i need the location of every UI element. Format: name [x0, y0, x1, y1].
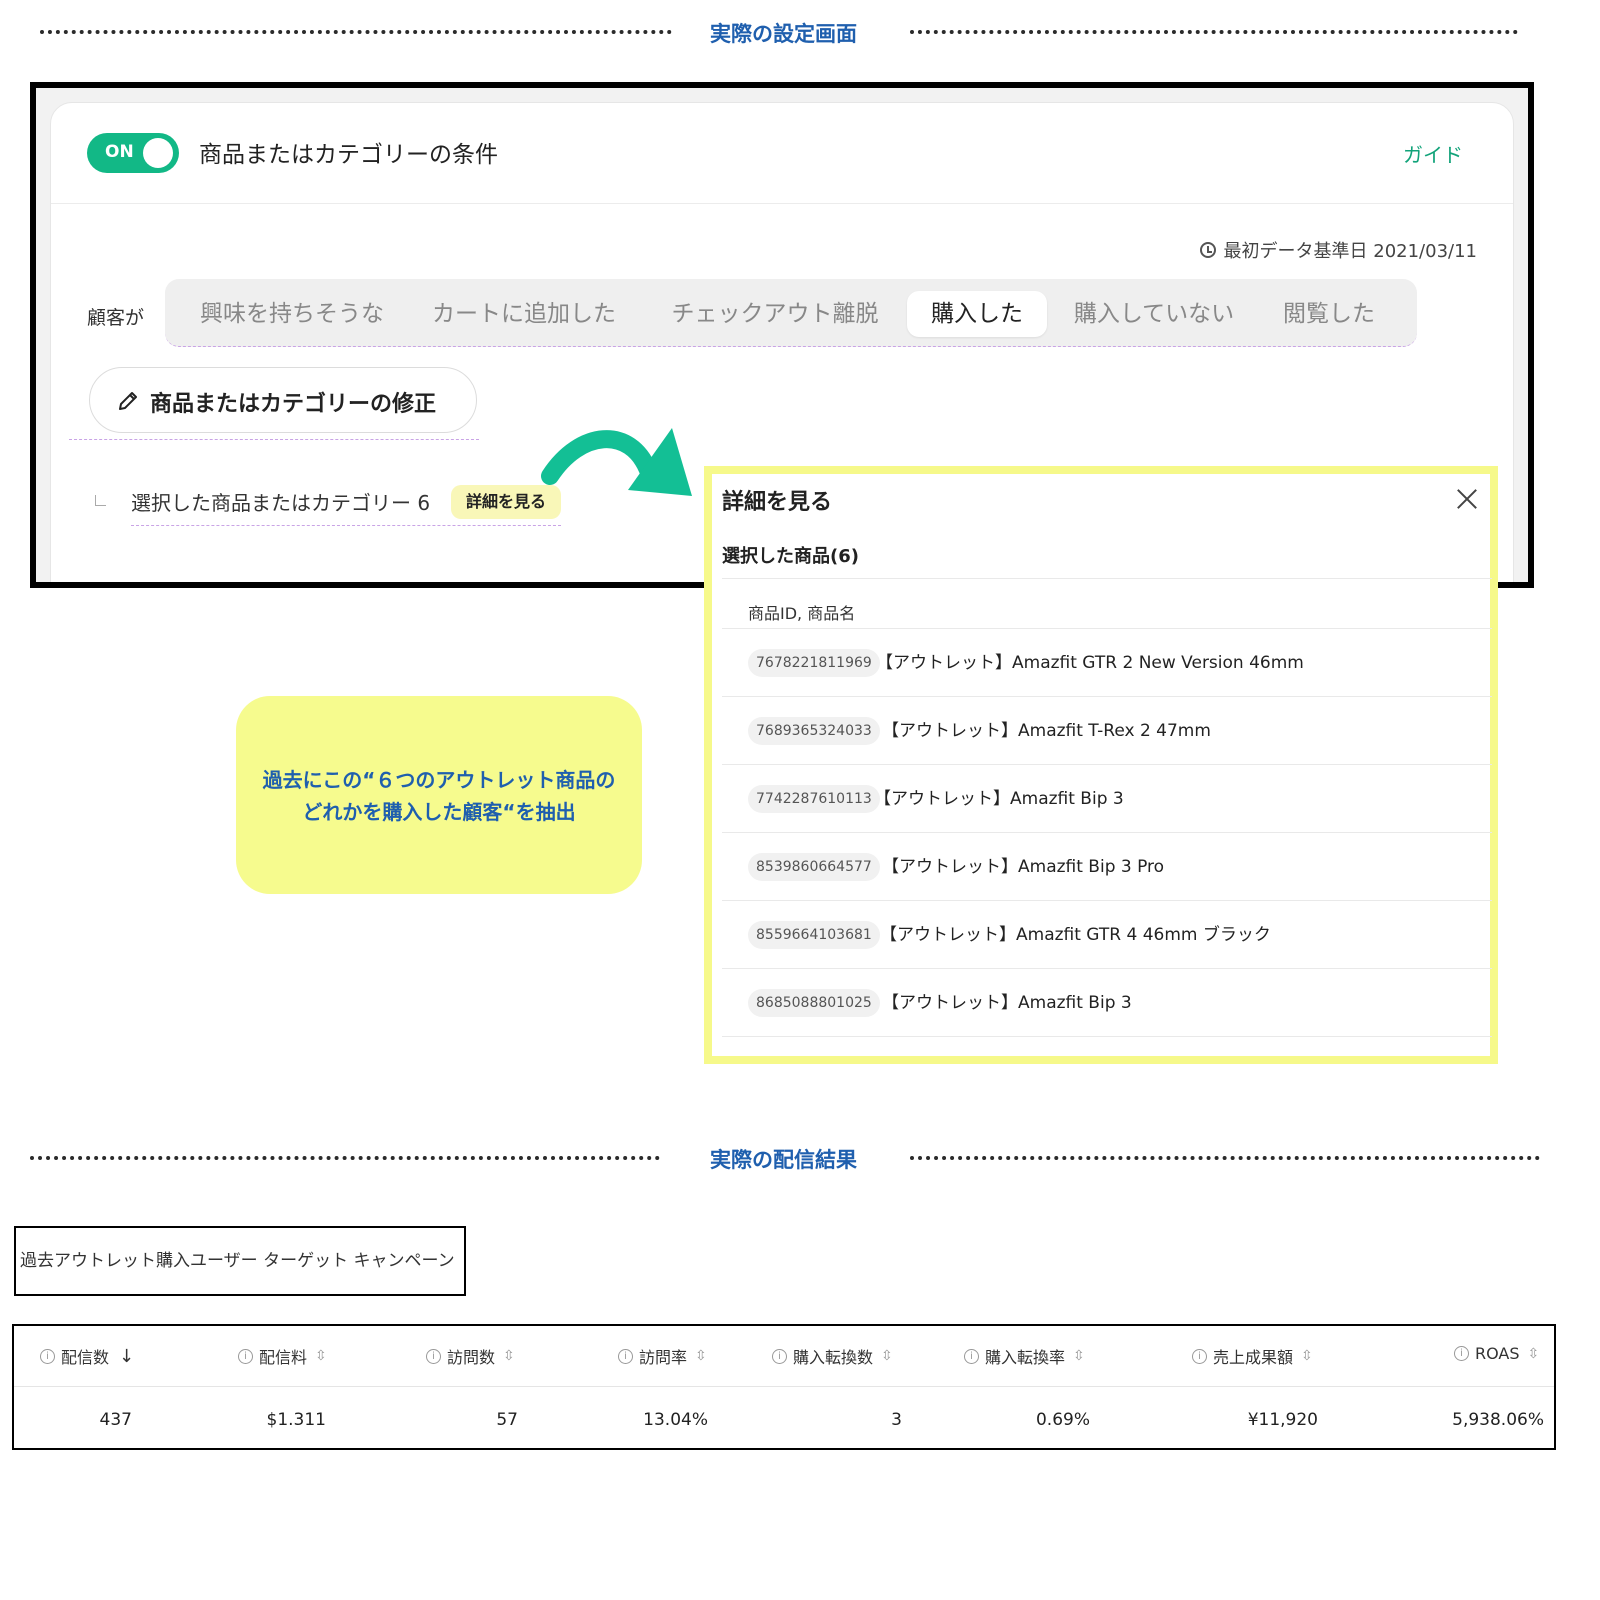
info-icon: i [426, 1348, 441, 1364]
toggle-label: ON [105, 142, 134, 162]
info-icon: i [1192, 1348, 1207, 1364]
product-row: 8559664103681 【アウトレット】Amazfit GTR 4 46mm… [722, 900, 1492, 969]
info-icon: i [618, 1348, 633, 1364]
edit-product-category-button[interactable]: 商品またはカテゴリーの修正 [89, 367, 477, 433]
product-row: 8685088801025 【アウトレット】Amazfit Bip 3 [722, 968, 1492, 1037]
modal-divider [722, 578, 1492, 579]
sort-icon: ⇳ [1527, 1345, 1540, 1362]
selected-underline [131, 525, 561, 526]
info-icon: i [964, 1348, 979, 1364]
customer-label: 顧客が [87, 307, 145, 329]
section-divider-right [910, 30, 1518, 34]
tab-added-to-cart[interactable]: カートに追加した [419, 291, 629, 337]
tab-viewed[interactable]: 閲覧した [1269, 291, 1389, 337]
modal-title: 詳細を見る [722, 490, 833, 515]
edit-button-label: 商品またはカテゴリーの修正 [150, 392, 437, 417]
sort-desc-icon: ↓ [119, 1345, 135, 1367]
info-icon: i [238, 1348, 253, 1364]
product-name: 【アウトレット】Amazfit GTR 2 New Version 46mm [876, 653, 1304, 673]
base-date: 最初データ基準日 2021/03/11 [1199, 237, 1477, 263]
behavior-tabs: 興味を持ちそうな カートに追加した チェックアウト離脱 購入した 購入していない… [165, 279, 1417, 347]
col-header-visit-rate[interactable]: i 訪問率 ⇳ [618, 1344, 707, 1368]
value-roas: 5,938.06% [1452, 1410, 1544, 1430]
info-icon: i [1454, 1346, 1469, 1361]
col-header-deliveries[interactable]: i 配信数 ↓ [40, 1344, 134, 1368]
sort-icon: ⇳ [1073, 1348, 1085, 1364]
product-name: 【アウトレット】Amazfit T-Rex 2 47mm [882, 721, 1211, 741]
col-header-roas[interactable]: i ROAS ⇳ [1454, 1344, 1539, 1363]
toggle-knob [143, 138, 173, 168]
condition-card-header: ON 商品またはカテゴリーの条件 ガイド [51, 103, 1513, 204]
product-id-badge: 8685088801025 [748, 989, 880, 1017]
section-divider-left [30, 1156, 660, 1160]
value-conversion-rate: 0.69% [1035, 1410, 1090, 1430]
product-name: 【アウトレット】Amazfit Bip 3 Pro [882, 857, 1165, 877]
value-sales: ¥11,920 [1247, 1410, 1318, 1430]
col-header-conversion-rate[interactable]: i 購入転換率 ⇳ [964, 1344, 1085, 1368]
product-name: 【アウトレット】Amazfit Bip 3 [882, 993, 1132, 1013]
condition-title: 商品またはカテゴリーの条件 [199, 142, 498, 168]
tab-checkout-abandoned[interactable]: チェックアウト離脱 [655, 291, 895, 337]
value-visit-rate: 13.04% [643, 1410, 708, 1430]
col-header-cost[interactable]: i 配信料 ⇳ [238, 1344, 327, 1368]
product-id-badge: 7678221811969 [748, 649, 880, 677]
product-id-badge: 8559664103681 [748, 921, 880, 949]
results-section-title: 実際の配信結果 [710, 1148, 857, 1172]
info-icon: i [40, 1348, 55, 1364]
pencil-icon [119, 392, 137, 410]
guide-link[interactable]: ガイド [1403, 139, 1463, 168]
product-name: 【アウトレット】Amazfit Bip 3 [874, 789, 1124, 809]
col-header-visits[interactable]: i 訪問数 ⇳ [426, 1344, 515, 1368]
edit-underline [69, 439, 479, 440]
product-row: 8539860664577 【アウトレット】Amazfit Bip 3 Pro [722, 832, 1492, 901]
column-header: 商品ID, 商品名 [748, 604, 856, 623]
modal-divider [722, 1036, 1492, 1037]
section-divider-right [910, 1156, 1540, 1160]
product-id-badge: 8539860664577 [748, 853, 880, 881]
modal-subtitle: 選択した商品(6) [722, 546, 859, 567]
tab-interested[interactable]: 興味を持ちそうな [187, 291, 397, 337]
tab-not-purchased[interactable]: 購入していない [1063, 291, 1245, 337]
results-header-row: i 配信数 ↓ i 配信料 ⇳ i 訪問数 ⇳ i 訪問率 ⇳ i 購入転換数 … [14, 1326, 1554, 1387]
value-conversions: 3 [891, 1410, 902, 1430]
campaign-name: 過去アウトレット購入ユーザー ターゲット キャンペーン [14, 1226, 466, 1296]
sort-icon: ⇳ [315, 1348, 327, 1364]
col-header-conversions[interactable]: i 購入転換数 ⇳ [772, 1344, 893, 1368]
value-visits: 57 [496, 1410, 518, 1430]
details-modal: 詳細を見る 選択した商品(6) 商品ID, 商品名 7678221811969 … [704, 466, 1498, 1064]
results-table: i 配信数 ↓ i 配信料 ⇳ i 訪問数 ⇳ i 訪問率 ⇳ i 購入転換数 … [12, 1324, 1556, 1450]
value-deliveries: 437 [99, 1410, 132, 1430]
selected-count-text: 選択した商品またはカテゴリー 6 [131, 491, 431, 515]
sort-icon: ⇳ [503, 1348, 515, 1364]
close-icon[interactable] [1456, 488, 1478, 510]
clock-icon [1199, 242, 1216, 258]
note-line-1: 過去にこの“６つのアウトレット商品の [262, 768, 616, 792]
info-icon: i [772, 1348, 787, 1364]
explanation-note: 過去にこの“６つのアウトレット商品の どれかを購入した顧客“を抽出 [236, 696, 642, 894]
settings-section-title: 実際の設定画面 [710, 22, 857, 46]
sort-icon: ⇳ [695, 1348, 707, 1364]
tab-purchased[interactable]: 購入した [907, 291, 1047, 337]
value-cost: $1.311 [266, 1410, 326, 1430]
sort-icon: ⇳ [1301, 1348, 1313, 1364]
condition-toggle[interactable]: ON [87, 133, 179, 173]
product-name: 【アウトレット】Amazfit GTR 4 46mm ブラック [880, 925, 1271, 945]
section-divider-left [40, 30, 672, 34]
base-date-text: 最初データ基準日 2021/03/11 [1223, 241, 1477, 262]
product-row: 7689365324033 【アウトレット】Amazfit T-Rex 2 47… [722, 696, 1492, 765]
curved-arrow-icon [541, 428, 692, 496]
tree-branch-icon [95, 495, 106, 506]
col-header-sales[interactable]: i 売上成果額 ⇳ [1192, 1344, 1313, 1368]
note-line-2: どれかを購入した顧客“を抽出 [302, 800, 576, 824]
sort-icon: ⇳ [881, 1348, 893, 1364]
product-row: 7678221811969 【アウトレット】Amazfit GTR 2 New … [722, 628, 1492, 697]
product-id-badge: 7689365324033 [748, 717, 880, 745]
product-row: 7742287610113 【アウトレット】Amazfit Bip 3 [722, 764, 1492, 833]
product-id-badge: 7742287610113 [748, 785, 880, 813]
